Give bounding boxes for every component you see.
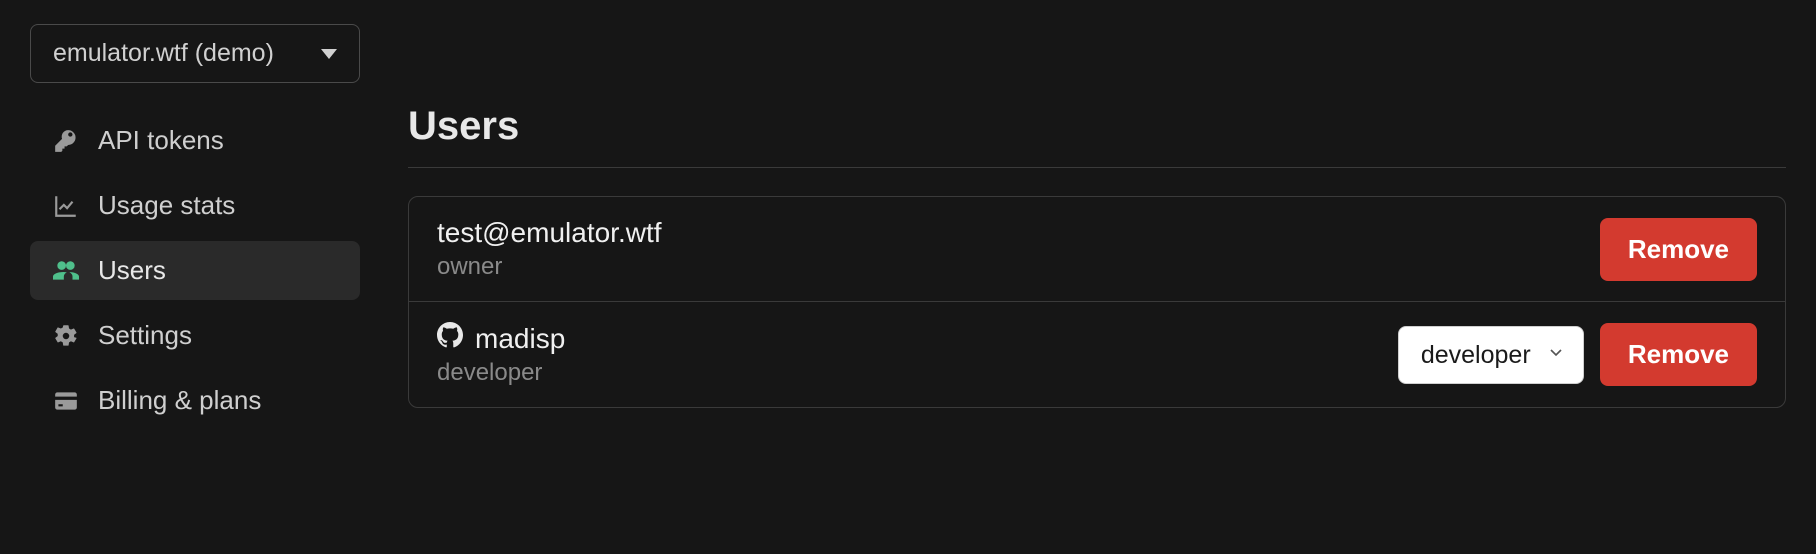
sidebar: emulator.wtf (demo) API tokens Usage sta…	[30, 24, 360, 430]
role-select[interactable]: developer	[1398, 326, 1584, 384]
sidebar-nav: API tokens Usage stats Users Settings	[30, 111, 360, 430]
main-content: Users test@emulator.wtf owner Remove	[408, 24, 1786, 430]
user-info: madisp developer	[437, 322, 1398, 387]
sidebar-item-label: API tokens	[98, 125, 224, 156]
user-identity-text: test@emulator.wtf	[437, 217, 662, 249]
github-icon	[437, 322, 463, 355]
org-switcher[interactable]: emulator.wtf (demo)	[30, 24, 360, 83]
user-info: test@emulator.wtf owner	[437, 217, 1600, 281]
caret-down-icon	[321, 49, 337, 59]
user-identity: test@emulator.wtf	[437, 217, 1600, 249]
org-switcher-label: emulator.wtf (demo)	[53, 39, 274, 68]
remove-user-button[interactable]: Remove	[1600, 323, 1757, 386]
user-row: madisp developer developer Remove	[409, 302, 1785, 407]
role-select-wrap: developer	[1398, 326, 1584, 384]
user-row: test@emulator.wtf owner Remove	[409, 197, 1785, 302]
sidebar-item-label: Usage stats	[98, 190, 235, 221]
sidebar-item-api-tokens[interactable]: API tokens	[30, 111, 360, 170]
sidebar-item-users[interactable]: Users	[30, 241, 360, 300]
key-icon	[52, 127, 80, 155]
user-row-actions: Remove	[1600, 218, 1757, 281]
user-role-label: developer	[437, 359, 1398, 387]
user-role-label: owner	[437, 253, 1600, 281]
remove-user-button[interactable]: Remove	[1600, 218, 1757, 281]
sidebar-item-label: Billing & plans	[98, 385, 261, 416]
user-identity: madisp	[437, 322, 1398, 355]
gear-icon	[52, 322, 80, 350]
sidebar-item-label: Settings	[98, 320, 192, 351]
page-title: Users	[408, 104, 1786, 168]
chart-line-icon	[52, 192, 80, 220]
user-list: test@emulator.wtf owner Remove madisp	[408, 196, 1786, 408]
sidebar-item-usage-stats[interactable]: Usage stats	[30, 176, 360, 235]
user-identity-text: madisp	[475, 323, 565, 355]
user-row-actions: developer Remove	[1398, 323, 1757, 386]
sidebar-item-billing[interactable]: Billing & plans	[30, 371, 360, 430]
sidebar-item-settings[interactable]: Settings	[30, 306, 360, 365]
credit-card-icon	[52, 387, 80, 415]
users-icon	[52, 257, 80, 285]
sidebar-item-label: Users	[98, 255, 166, 286]
